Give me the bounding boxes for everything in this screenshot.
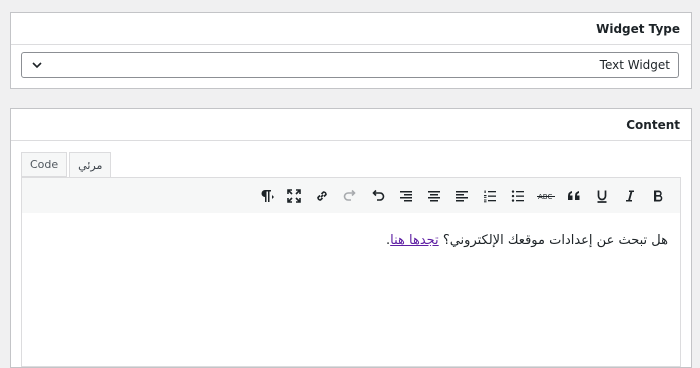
paragraph-icon[interactable] — [252, 182, 280, 210]
align-center-icon[interactable] — [420, 182, 448, 210]
link-icon[interactable] — [308, 182, 336, 210]
underline-icon[interactable] — [588, 182, 616, 210]
bold-icon[interactable] — [644, 182, 672, 210]
fullscreen-icon[interactable] — [280, 182, 308, 210]
chevron-down-icon — [31, 59, 43, 71]
settings-link[interactable]: تجدها هنا — [390, 233, 439, 248]
italic-icon[interactable] — [616, 182, 644, 210]
blockquote-icon[interactable] — [560, 182, 588, 210]
editor-text: هل تبحث عن إعدادات موقعك الإلكتروني؟ — [438, 233, 668, 248]
content-panel: Content Code مرئي هل تبحث عن إعدادات موق… — [10, 108, 692, 368]
align-left-icon[interactable] — [448, 182, 476, 210]
widget-type-panel: Widget Type Text Widget — [10, 12, 692, 89]
widget-type-selected-value: Text Widget — [599, 58, 670, 72]
editor-content-area[interactable]: هل تبحث عن إعدادات موقعك الإلكتروني؟ تجد… — [21, 213, 681, 367]
numbered-list-icon[interactable] — [476, 182, 504, 210]
tab-code[interactable]: Code — [21, 152, 68, 177]
editor-tabs: Code مرئي — [21, 152, 113, 178]
align-right-icon[interactable] — [392, 182, 420, 210]
strikethrough-icon[interactable]: ABC — [532, 182, 560, 210]
editor-toolbar: ABC — [21, 177, 681, 214]
tab-visual[interactable]: مرئي — [69, 152, 112, 178]
content-heading: Content — [11, 109, 691, 141]
undo-icon[interactable] — [364, 182, 392, 210]
widget-type-select[interactable]: Text Widget — [21, 52, 679, 78]
redo-icon[interactable] — [336, 182, 364, 210]
widget-type-heading: Widget Type — [11, 13, 691, 45]
bulleted-list-icon[interactable] — [504, 182, 532, 210]
